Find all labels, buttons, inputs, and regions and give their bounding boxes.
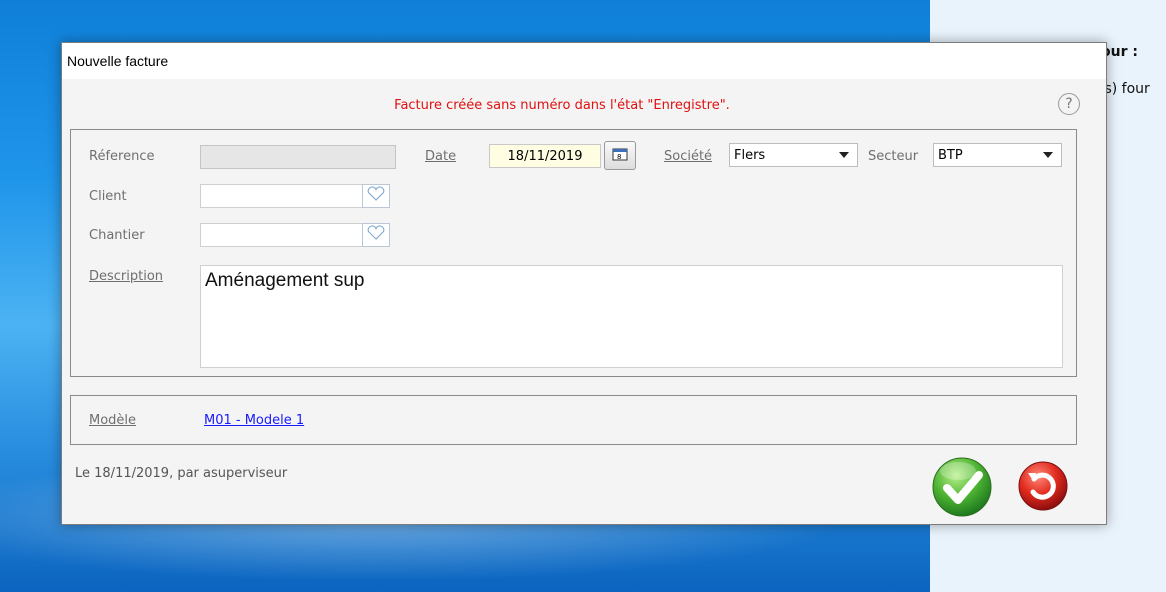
chantier-label: Chantier [89, 228, 145, 243]
status-message: Facture créée sans numéro dans l'état "E… [394, 98, 730, 113]
modele-link[interactable]: M01 - Modele 1 [204, 413, 304, 428]
heart-icon [366, 186, 386, 206]
ok-button[interactable] [930, 455, 996, 519]
heart-icon [366, 225, 386, 245]
societe-label[interactable]: Société [664, 149, 712, 164]
date-field[interactable]: 18/11/2019 [489, 144, 601, 168]
dialog-title: Nouvelle facture [67, 53, 169, 69]
client-input[interactable] [200, 184, 363, 208]
client-favorite-button[interactable] [362, 184, 390, 208]
new-invoice-dialog: Nouvelle facture Facture créée sans numé… [61, 42, 1107, 525]
created-info: Le 18/11/2019, par asuperviseur [75, 466, 288, 481]
client-label: Client [89, 189, 127, 204]
chevron-down-icon [839, 152, 849, 158]
modele-label[interactable]: Modèle [89, 413, 136, 428]
secteur-label: Secteur [868, 149, 919, 164]
cancel-button[interactable] [1016, 459, 1070, 513]
societe-select[interactable]: Flers [729, 143, 858, 167]
secteur-select[interactable]: BTP [933, 143, 1062, 167]
dialog-titlebar: Nouvelle facture [62, 43, 1106, 79]
undo-icon [1016, 461, 1070, 517]
chevron-down-icon [1043, 152, 1053, 158]
help-icon[interactable]: ? [1058, 93, 1080, 115]
societe-value: Flers [734, 147, 766, 163]
date-label[interactable]: Date [425, 149, 456, 164]
calendar-icon: 8 [612, 146, 628, 165]
chantier-favorite-button[interactable] [362, 223, 390, 247]
description-label[interactable]: Description [89, 269, 163, 284]
secteur-value: BTP [938, 147, 963, 163]
invoice-details-group: Réference Date 18/11/2019 8 Société Fler… [70, 129, 1077, 377]
reference-label: Réference [89, 149, 155, 164]
chantier-input[interactable] [200, 223, 363, 247]
description-textarea[interactable]: Aménagement sup [200, 265, 1063, 368]
reference-field [200, 145, 396, 169]
model-group: Modèle M01 - Modele 1 [70, 395, 1077, 445]
calendar-button[interactable]: 8 [604, 141, 636, 170]
svg-text:8: 8 [617, 153, 621, 161]
check-icon [930, 457, 996, 523]
